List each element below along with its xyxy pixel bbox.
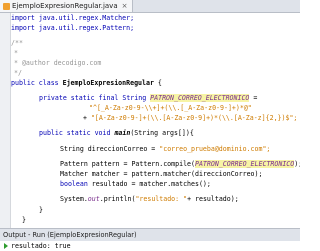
comment-text: * @author decodigo.com <box>14 59 102 67</box>
code-text: { <box>153 79 162 87</box>
code-line: private static final String PATRON_CORRE… <box>39 93 257 103</box>
code-text: resultado = matcher.matches(); <box>87 180 211 188</box>
output-result: resultado: true <box>11 242 71 250</box>
class-name: EjemploExpresionRegular <box>62 79 154 87</box>
code-line: import java.util.regex.Pattern; <box>11 23 134 33</box>
comment-text: /** <box>11 39 23 47</box>
editor-tab-bar: EjemploExpresionRegular.java × <box>0 0 300 13</box>
string-literal: "^[_A-Za-z0-9-\\+]+(\\.[_A-Za-z0-9-]+)*@… <box>89 104 252 112</box>
keyword-text: public static void <box>39 129 115 137</box>
code-text: + <box>83 114 91 122</box>
output-panel: resultado: true <box>0 241 300 251</box>
keyword-text: public class <box>11 79 63 87</box>
code-text: = <box>249 94 258 102</box>
string-literal: "[A-Za-z0-9-]+(\\.[A-Za-z0-9]+)*(\\.[A-Z… <box>90 114 298 122</box>
constant-name: PATRON_CORREO_ELECTRONICO <box>150 94 250 102</box>
code-line: + "[A-Za-z0-9-]+(\\.[A-Za-z0-9]+)*(\\.[A… <box>83 113 297 123</box>
string-literal: "correo_prueba@dominio.com"; <box>159 145 271 153</box>
output-panel-header[interactable]: Output - Run (EjemploExpresionRegular) <box>0 228 300 241</box>
file-tab-label: EjemploExpresionRegular.java <box>12 2 118 10</box>
keyword-text: boolean <box>60 180 88 188</box>
code-text: .println( <box>99 195 136 203</box>
import-statement: import java.util.regex.Matcher; <box>11 14 135 22</box>
close-tab-icon[interactable]: × <box>122 2 128 10</box>
method-name: main <box>114 129 131 137</box>
code-line: public static void main(String args[]){ <box>39 128 194 138</box>
code-line: String direccionCorreo = "correo_prueba@… <box>60 144 270 154</box>
code-line: boolean resultado = matcher.matches(); <box>60 179 211 189</box>
string-literal: "resultado: " <box>135 195 188 203</box>
run-icon[interactable] <box>4 243 8 249</box>
code-editor[interactable]: import java.util.regex.Matcher; import j… <box>11 13 300 228</box>
keyword-text: private static final String <box>39 94 151 102</box>
comment-text: */ <box>14 69 22 77</box>
code-text: ); <box>294 160 300 168</box>
code-line: import java.util.regex.Matcher; <box>11 13 134 23</box>
code-line: * <box>14 48 18 58</box>
code-line: "^[_A-Za-z0-9-\\+]+(\\.[_A-Za-z0-9-]+)*@… <box>89 103 252 113</box>
code-line: System.out.println("resultado: "+ result… <box>60 194 239 204</box>
code-text: + resultado); <box>187 195 239 203</box>
code-text: Matcher matcher = pattern.matcher(direcc… <box>60 170 263 178</box>
code-line: /** <box>11 38 23 48</box>
output-title: Output - Run (EjemploExpresionRegular) <box>3 231 137 239</box>
code-line: } <box>22 215 26 225</box>
code-text: Pattern pattern = Pattern.compile( <box>60 160 195 168</box>
import-statement: import java.util.regex.Pattern; <box>11 24 135 32</box>
code-text: String direccionCorreo = <box>60 145 160 153</box>
code-line: } <box>39 205 43 215</box>
code-line: Matcher matcher = pattern.matcher(direcc… <box>60 169 262 179</box>
constant-name: PATRON_CORREO_ELECTRONICO <box>194 160 295 168</box>
code-text: System. <box>60 195 88 203</box>
file-tab[interactable]: EjemploExpresionRegular.java × <box>0 0 133 12</box>
code-line: * @author decodigo.com <box>14 58 101 68</box>
code-text: (String args[]){ <box>130 129 194 137</box>
java-file-icon <box>3 2 10 10</box>
comment-text: * <box>14 49 18 57</box>
line-gutter <box>0 13 11 228</box>
code-line: Pattern pattern = Pattern.compile(PATRON… <box>60 159 300 169</box>
code-line: public class EjemploExpresionRegular { <box>11 78 162 88</box>
code-text: } <box>39 206 43 214</box>
field-name: out <box>87 195 100 203</box>
code-line: */ <box>14 68 22 78</box>
code-text: } <box>22 216 26 224</box>
